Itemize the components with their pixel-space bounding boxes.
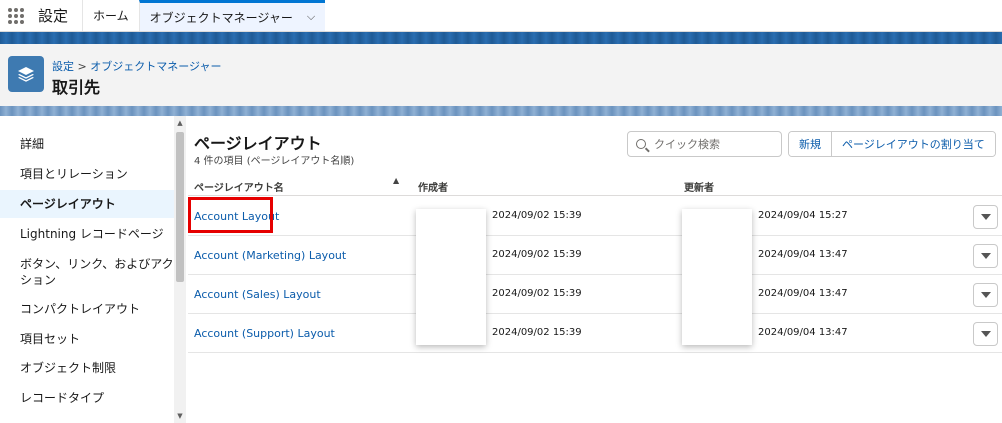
action-button-group: 新規 ページレイアウトの割り当て (788, 131, 996, 157)
highlight-box (188, 197, 273, 233)
object-sidebar: 詳細 項目とリレーション ページレイアウト Lightning レコードページ … (0, 116, 186, 423)
table-header: ページレイアウト名 ▲ 作成者 更新者 (188, 174, 1002, 196)
quick-search-input[interactable] (654, 137, 774, 151)
chevron-down-icon[interactable]: ⌵ (307, 10, 315, 24)
search-icon (636, 139, 646, 149)
layers-icon (8, 56, 44, 92)
header-decoration-band-lower (0, 106, 1002, 116)
sidebar-item-details[interactable]: 詳細 (0, 136, 174, 154)
item-count: 4 件の項目 (ページレイアウト名順) (194, 156, 355, 167)
app-name: 設定 (38, 7, 69, 25)
scroll-down-icon[interactable]: ▼ (174, 411, 186, 421)
scrollbar-thumb[interactable] (176, 132, 184, 282)
tab-home[interactable]: ホーム (82, 0, 139, 31)
new-button[interactable]: 新規 (789, 132, 831, 156)
layout-name-link[interactable]: Account (Marketing) Layout (194, 249, 346, 262)
table-row: Account (Support) Layout 2024/09/02 15:3… (188, 314, 1002, 353)
column-header-created-by[interactable]: 作成者 (418, 179, 448, 194)
sidebar-item-page-layouts[interactable]: ページレイアウト (0, 190, 174, 218)
column-header-name-label: ページレイアウト名 (194, 183, 284, 194)
created-date: 2024/09/02 15:39 (492, 249, 582, 260)
modified-date: 2024/09/04 13:47 (758, 327, 848, 338)
created-date: 2024/09/02 15:39 (492, 210, 582, 221)
created-date: 2024/09/02 15:39 (492, 327, 582, 338)
redacted-modified-by-block (682, 209, 752, 345)
sidebar-scrollbar[interactable]: ▲ ▼ (174, 116, 186, 423)
sidebar-item-buttons-links-actions[interactable]: ボタン、リンク、およびアクション (0, 256, 174, 290)
modified-date: 2024/09/04 13:47 (758, 288, 848, 299)
breadcrumb-setup-link[interactable]: 設定 (52, 60, 74, 73)
layout-name-link[interactable]: Account (Sales) Layout (194, 288, 321, 301)
row-action-menu-button[interactable] (973, 244, 998, 268)
object-header: 設定 > オブジェクトマネージャー 取引先 (0, 44, 1002, 106)
row-action-menu-button[interactable] (973, 283, 998, 307)
modified-date: 2024/09/04 13:47 (758, 249, 848, 260)
modified-date: 2024/09/04 15:27 (758, 210, 848, 221)
redacted-created-by-block (416, 209, 486, 345)
chevron-down-icon (980, 214, 991, 220)
column-header-modified-by[interactable]: 更新者 (684, 179, 714, 194)
column-header-name[interactable]: ページレイアウト名 (194, 179, 284, 194)
object-title: 取引先 (52, 78, 101, 97)
scroll-up-icon[interactable]: ▲ (174, 118, 186, 128)
sidebar-item-object-limits[interactable]: オブジェクト制限 (0, 360, 174, 378)
row-action-menu-button[interactable] (973, 205, 998, 229)
table-row: Account (Sales) Layout 2024/09/02 15:39 … (188, 275, 1002, 314)
sidebar-item-lightning-record-pages[interactable]: Lightning レコードページ (0, 226, 174, 244)
breadcrumb-object-manager-link[interactable]: オブジェクトマネージャー (90, 60, 221, 73)
tab-object-manager[interactable]: オブジェクトマネージャー ⌵ (138, 0, 326, 31)
sidebar-item-fields-relationships[interactable]: 項目とリレーション (0, 166, 174, 184)
table-row: Account (Marketing) Layout 2024/09/02 15… (188, 236, 1002, 275)
header-decoration-band (0, 32, 1002, 44)
sidebar-item-field-sets[interactable]: 項目セット (0, 331, 174, 349)
top-navigation-bar: 設定 ホーム オブジェクトマネージャー ⌵ (0, 0, 1002, 32)
chevron-down-icon (980, 253, 991, 259)
breadcrumb: 設定 > オブジェクトマネージャー (52, 58, 221, 74)
chevron-down-icon (980, 292, 991, 298)
sidebar-item-record-types[interactable]: レコードタイプ (0, 390, 174, 408)
tab-object-manager-label: オブジェクトマネージャー (149, 10, 293, 25)
breadcrumb-separator: > (77, 60, 87, 73)
page-title: ページレイアウト (194, 134, 322, 153)
chevron-down-icon (980, 331, 991, 337)
app-launcher-icon[interactable] (0, 0, 32, 31)
sort-ascending-icon[interactable]: ▲ (393, 176, 399, 185)
table-row: Account Layout 2024/09/02 15:39 2024/09/… (188, 197, 1002, 236)
sidebar-item-compact-layouts[interactable]: コンパクトレイアウト (0, 301, 174, 319)
row-action-menu-button[interactable] (973, 322, 998, 346)
created-date: 2024/09/02 15:39 (492, 288, 582, 299)
page-layout-assignment-button[interactable]: ページレイアウトの割り当て (831, 132, 995, 156)
quick-search[interactable] (627, 131, 782, 157)
layout-name-link[interactable]: Account (Support) Layout (194, 327, 335, 340)
